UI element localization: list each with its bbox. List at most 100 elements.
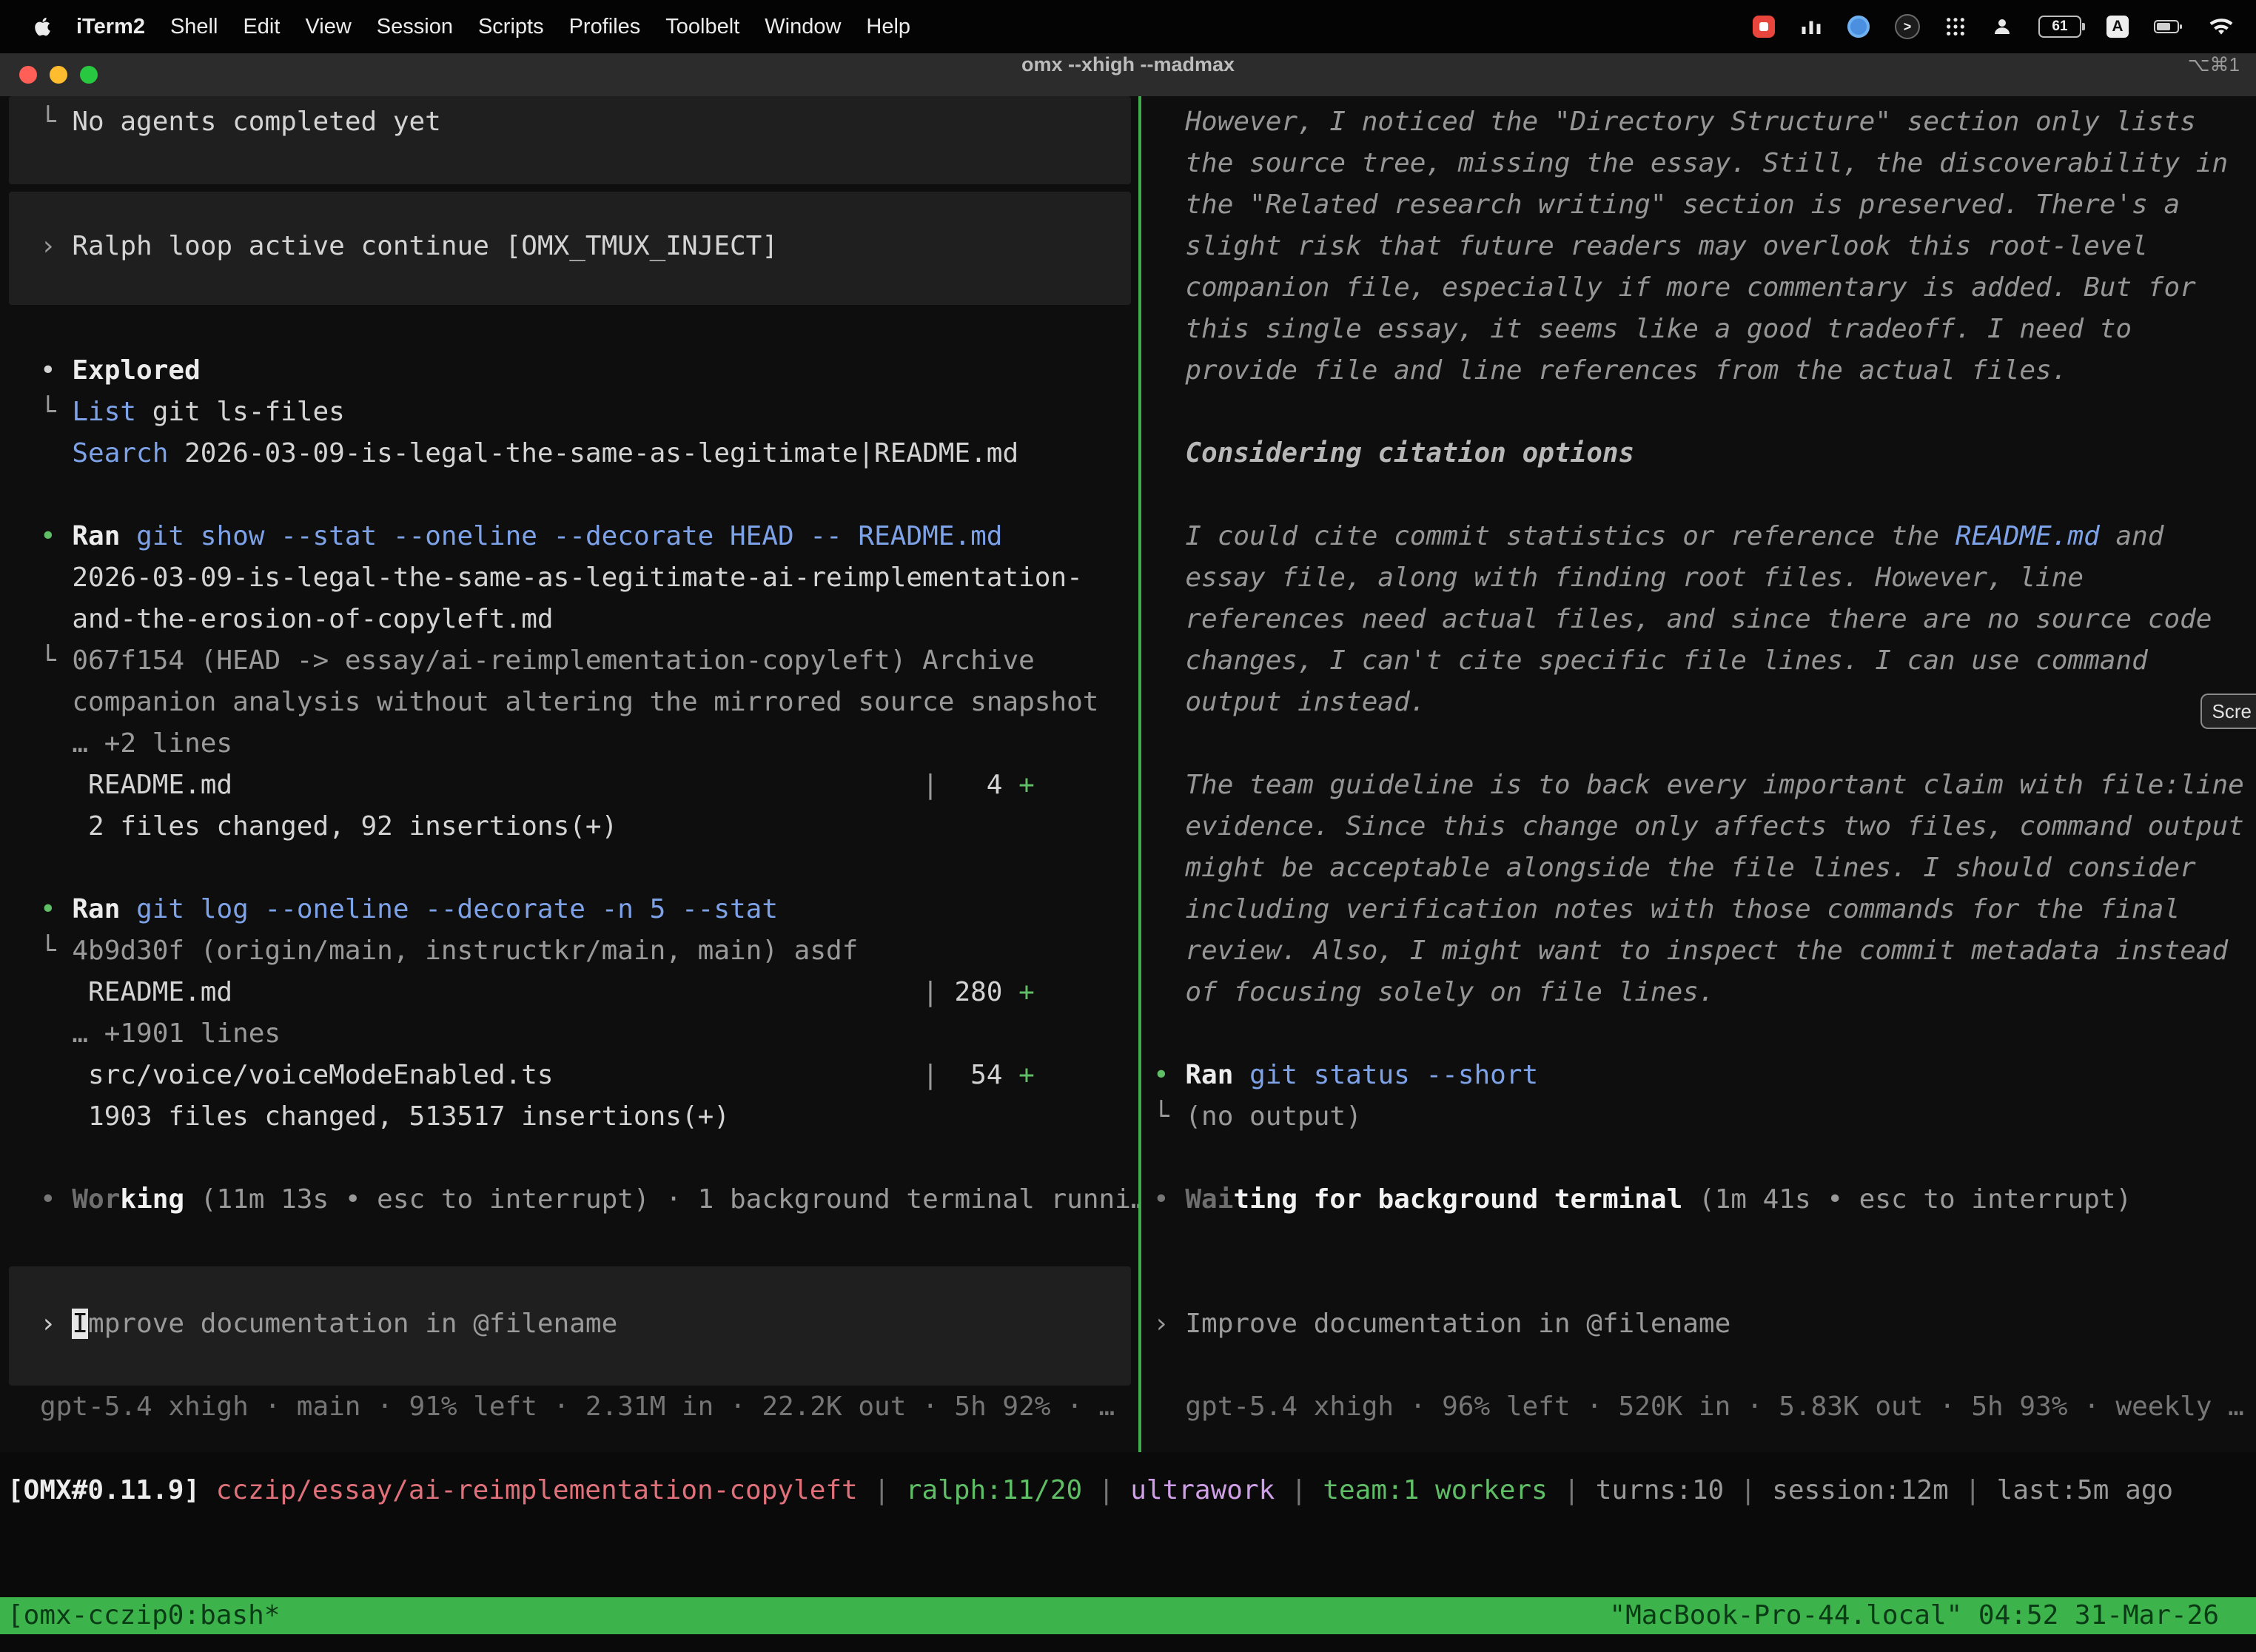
menu-items: Shell Edit View Session Scripts Profiles Toolb… <box>170 15 910 39</box>
thinking-line: provide file and line references from th… <box>1141 350 2256 392</box>
apps-grid-icon[interactable] <box>1945 12 1966 41</box>
terminal-pane-right[interactable]: However, I noticed the "Directory Struct… <box>1141 96 2256 1452</box>
thinking-line: companion file, especially if more comme… <box>1141 267 2256 309</box>
thinking-line: this single essay, it seems like a good … <box>1141 309 2256 350</box>
thinking-line: the source tree, missing the essay. Stil… <box>1141 143 2256 184</box>
window-title-bar[interactable]: omx --xhigh --madmax ⌥⌘1 <box>0 53 2256 98</box>
battery-percentage-icon[interactable]: 61 <box>2038 12 2081 41</box>
thinking-line: changes, I can't cite specific file line… <box>1141 640 2256 682</box>
tool-output-line: README.md | 280 + <box>0 972 1138 1013</box>
blue-app-icon[interactable] <box>1847 12 1870 41</box>
menu-bar-status-icons: > 61 A <box>1753 12 2256 41</box>
prompt-input-line[interactable]: › Improve documentation in @filename <box>1141 1303 2256 1345</box>
omx-session-status-bar: [OMX#0.11.9] cczip/essay/ai-reimplementa… <box>0 1470 2256 1511</box>
thinking-line: The team guideline is to back every impo… <box>1141 765 2256 806</box>
thinking-heading: Considering citation options <box>1141 433 2256 474</box>
tmux-session-window-label[interactable]: [omx-cczip0:bash* <box>0 1597 280 1634</box>
terminal-blank-line <box>0 847 1138 889</box>
menu-shell[interactable]: Shell <box>170 15 218 39</box>
active-app-name[interactable]: iTerm2 <box>76 15 145 39</box>
omx-status-line: [OMX#0.11.9] cczip/essay/ai-reimplementa… <box>0 1470 2256 1511</box>
macos-menu-bar: iTerm2 Shell Edit View Session Scripts Profil… <box>0 0 2256 53</box>
thinking-line: review. Also, I might want to inspect th… <box>1141 930 2256 972</box>
working-status-line: • Working (11m 13s • esc to interrupt) ·… <box>0 1179 1138 1220</box>
terminal-blank-line <box>0 1220 1138 1262</box>
battery-icon[interactable] <box>2154 12 2183 41</box>
terminal-blank-line <box>0 267 1138 309</box>
terminal-blank-line <box>0 1345 1138 1386</box>
thinking-line: output instead. <box>1141 682 2256 723</box>
model-status-line: gpt-5.4 xhigh · main · 91% left · 2.31M … <box>0 1386 1138 1428</box>
terminal-blank-line <box>1141 723 2256 765</box>
thinking-line: references need actual files, and since … <box>1141 599 2256 640</box>
explored-header-line: • Explored <box>0 350 1138 392</box>
tool-output-line: 1903 files changed, 513517 insertions(+) <box>0 1096 1138 1138</box>
tool-output-line: 2 files changed, 92 insertions(+) <box>0 806 1138 847</box>
menu-toolbelt[interactable]: Toolbelt <box>665 15 739 39</box>
menu-scripts[interactable]: Scripts <box>478 15 544 39</box>
tmux-status-bar: [omx-cczip0:bash* "MacBook-Pro-44.local"… <box>0 1597 2256 1634</box>
thinking-line: I could cite commit statistics or refere… <box>1141 516 2256 557</box>
menu-edit[interactable]: Edit <box>243 15 280 39</box>
tool-call-line: • Ran git show --stat --oneline --decora… <box>0 516 1138 557</box>
terminal-app-icon[interactable]: > <box>1895 12 1920 41</box>
explored-item-line: Search 2026-03-09-is-legal-the-same-as-l… <box>0 433 1138 474</box>
screen-edge-tooltip-label: Scre <box>2212 700 2252 723</box>
input-source-icon[interactable]: A <box>2106 12 2129 41</box>
terminal-pane-left[interactable]: └ No agents completed yet › Ralph loop ac… <box>0 96 1138 1452</box>
terminal-blank-line <box>0 309 1138 350</box>
tool-output-line: └ (no output) <box>1141 1096 2256 1138</box>
terminal-blank-line <box>0 1138 1138 1179</box>
ralph-loop-banner-line: › Ralph loop active continue [OMX_TMUX_I… <box>0 226 1138 267</box>
stats-icon[interactable] <box>1800 12 1822 41</box>
tool-output-line: └ 067f154 (HEAD -> essay/ai-reimplementa… <box>0 640 1138 682</box>
tool-call-line: • Ran git log --oneline --decorate -n 5 … <box>0 889 1138 930</box>
user-icon[interactable] <box>1991 12 2013 41</box>
apple-menu-icon[interactable] <box>34 16 51 37</box>
thinking-line: of focusing solely on file lines. <box>1141 972 2256 1013</box>
menu-help[interactable]: Help <box>866 15 910 39</box>
screen-recording-icon[interactable] <box>1753 12 1775 41</box>
terminal-blank-line <box>1141 474 2256 516</box>
tool-output-line: 2026-03-09-is-legal-the-same-as-legitima… <box>0 557 1138 599</box>
thinking-line: including verification notes with those … <box>1141 889 2256 930</box>
tool-output-line: companion analysis without altering the … <box>0 682 1138 723</box>
thinking-line: slight risk that future readers may over… <box>1141 226 2256 267</box>
menu-window[interactable]: Window <box>765 15 841 39</box>
waiting-status-line: • Waiting for background terminal (1m 41… <box>1141 1179 2256 1220</box>
tool-call-line: • Ran git status --short <box>1141 1055 2256 1096</box>
window-title: omx --xhigh --madmax <box>0 53 2256 76</box>
thinking-line: evidence. Since this change only affects… <box>1141 806 2256 847</box>
terminal-blank-line <box>0 474 1138 516</box>
terminal-blank-line <box>1141 1138 2256 1179</box>
menu-view[interactable]: View <box>305 15 351 39</box>
thinking-line: essay file, along with finding root file… <box>1141 557 2256 599</box>
terminal-blank-line <box>1141 1013 2256 1055</box>
tool-output-line: and-the-erosion-of-copyleft.md <box>0 599 1138 640</box>
tool-output-line: … +1901 lines <box>0 1013 1138 1055</box>
terminal-blank-line <box>1141 1345 2256 1386</box>
thinking-line: However, I noticed the "Directory Struct… <box>1141 101 2256 143</box>
tool-output-line: src/voice/voiceModeEnabled.ts | 54 + <box>0 1055 1138 1096</box>
terminal-blank-line <box>1141 392 2256 433</box>
terminal-blank-line <box>0 143 1138 184</box>
agents-status-line: └ No agents completed yet <box>0 101 1138 143</box>
terminal-blank-line <box>0 1262 1138 1303</box>
tool-output-line: README.md | 4 + <box>0 765 1138 806</box>
wifi-icon[interactable] <box>2209 12 2234 41</box>
terminal-blank-line <box>0 184 1138 226</box>
menu-profiles[interactable]: Profiles <box>569 15 641 39</box>
tmux-host-clock-label: "MacBook-Pro-44.local" 04:52 31-Mar-26 <box>1609 1597 2256 1634</box>
thinking-line: might be acceptable alongside the file l… <box>1141 847 2256 889</box>
window-shortcut-badge: ⌥⌘1 <box>2188 53 2240 76</box>
screen-edge-tooltip: Scre <box>2200 694 2256 729</box>
menu-session[interactable]: Session <box>377 15 453 39</box>
tool-output-line: … +2 lines <box>0 723 1138 765</box>
explored-item-line: └ List git ls-files <box>0 392 1138 433</box>
terminal-blank-line <box>1141 1262 2256 1303</box>
thinking-line: the "Related research writing" section i… <box>1141 184 2256 226</box>
prompt-input-line[interactable]: › Improve documentation in @filename <box>0 1303 1138 1345</box>
model-status-line: gpt-5.4 xhigh · 96% left · 520K in · 5.8… <box>1141 1386 2256 1428</box>
tool-output-line: └ 4b9d30f (origin/main, instructkr/main,… <box>0 930 1138 972</box>
terminal-blank-line <box>1141 1220 2256 1262</box>
